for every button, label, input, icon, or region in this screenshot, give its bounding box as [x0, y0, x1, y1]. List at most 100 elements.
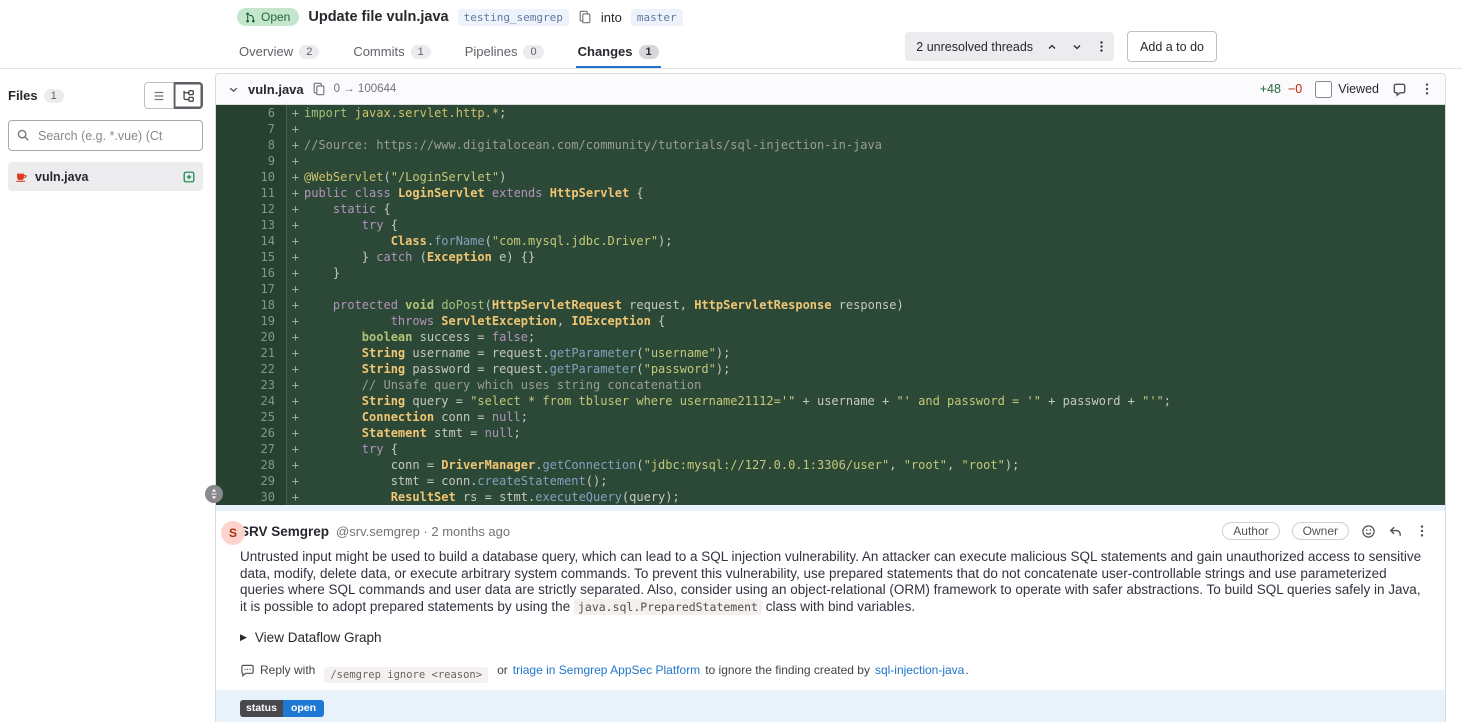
diff-code: 6 + import javax.servlet.http.*; 7 +8 + //Sour…	[216, 105, 1445, 505]
line-number[interactable]: 25	[216, 409, 287, 425]
header-controls: 2 unresolved threads Add a to do	[905, 31, 1217, 68]
reply-hint-period: .	[965, 663, 969, 677]
line-number[interactable]: 28	[216, 457, 287, 473]
tree-view-button[interactable]	[174, 82, 203, 109]
diff-line: 18 + protected void doPost(HttpServletReq…	[216, 297, 1445, 313]
line-number[interactable]: 26	[216, 425, 287, 441]
added-line-marker: +	[291, 410, 300, 424]
triangle-right-icon: ▶	[240, 632, 247, 642]
comment-note: S SRV Semgrep @srv.semgrep · 2 months ag…	[216, 511, 1445, 690]
copy-file-path-icon[interactable]	[312, 82, 326, 96]
diff-line: 23 + // Unsafe query which uses string co…	[216, 377, 1445, 393]
file-search-input[interactable]	[8, 120, 203, 151]
file-options-kebab-menu[interactable]	[1420, 82, 1434, 96]
viewed-toggle[interactable]: Viewed	[1315, 80, 1379, 98]
triage-platform-link[interactable]: triage in Semgrep AppSec Platform	[513, 663, 700, 677]
tab-commits[interactable]: Commits 1	[351, 40, 432, 68]
tab-changes[interactable]: Changes 1	[575, 40, 661, 68]
diff-line: 9 +	[216, 153, 1445, 169]
collapse-file-chevron-icon[interactable]	[227, 83, 240, 96]
added-line-marker: +	[291, 202, 300, 216]
into-label: into	[600, 9, 622, 25]
files-count-badge: 1	[43, 88, 64, 103]
line-number[interactable]: 21	[216, 345, 287, 361]
code-content: static {	[332, 202, 391, 216]
line-number[interactable]: 16	[216, 265, 287, 281]
source-branch-ref[interactable]: testing_semgrep	[457, 8, 569, 26]
line-number[interactable]: 27	[216, 441, 287, 457]
line-number[interactable]: 19	[216, 313, 287, 329]
added-line-marker: +	[291, 458, 300, 472]
tab-pipelines[interactable]: Pipelines 0	[463, 40, 546, 68]
diff-line: 25 + Connection conn = null;	[216, 409, 1445, 425]
code-content: String username = request.getParameter("…	[361, 346, 731, 360]
code-content	[304, 281, 1445, 297]
list-view-button[interactable]	[144, 82, 174, 109]
line-number[interactable]: 9	[216, 153, 287, 169]
note-kebab-menu[interactable]	[1415, 524, 1429, 538]
line-number[interactable]: 15	[216, 249, 287, 265]
line-number[interactable]: 18	[216, 297, 287, 313]
code-content: //Source: https://www.digitalocean.com/c…	[304, 138, 882, 152]
file-name: vuln.java	[35, 169, 89, 184]
code-content: try {	[361, 218, 398, 232]
tab-overview[interactable]: Overview 2	[237, 40, 321, 68]
mr-title-row: Open Update file vuln.java testing_semgr…	[237, 6, 1462, 28]
expand-lines-button[interactable]	[205, 485, 223, 503]
line-number[interactable]: 29	[216, 473, 287, 489]
previous-thread-button[interactable]	[1039, 32, 1064, 61]
view-dataflow-graph-toggle[interactable]: ▶ View Dataflow Graph	[240, 630, 1429, 645]
dataflow-label: View Dataflow Graph	[254, 630, 382, 645]
diff-file-actions: +48 −0 Viewed	[1260, 80, 1434, 98]
diff-line: 13 + try {	[216, 217, 1445, 233]
line-number[interactable]: 14	[216, 233, 287, 249]
file-comment-icon[interactable]	[1392, 82, 1407, 97]
add-reaction-icon[interactable]	[1361, 524, 1376, 539]
line-number[interactable]: 11	[216, 185, 287, 201]
diff-file-name[interactable]: vuln.java	[248, 82, 304, 97]
status-badge-key: status	[240, 700, 283, 717]
unresolved-threads-group: 2 unresolved threads	[905, 32, 1115, 61]
line-number[interactable]: 6	[216, 105, 287, 121]
line-number[interactable]: 17	[216, 281, 287, 297]
next-thread-button[interactable]	[1064, 32, 1089, 61]
unresolved-threads-label: 2 unresolved threads	[916, 39, 1034, 54]
main-content: Files 1 vuln.java	[0, 73, 1462, 722]
reply-icon[interactable]	[1388, 524, 1403, 539]
line-number[interactable]: 30	[216, 489, 287, 505]
code-content: } catch (Exception e) {}	[304, 250, 536, 264]
search-icon	[16, 128, 30, 142]
target-branch-ref[interactable]: master	[630, 8, 683, 26]
line-number[interactable]: 8	[216, 137, 287, 153]
code-content	[304, 121, 1445, 137]
line-number[interactable]: 7	[216, 121, 287, 137]
viewed-checkbox[interactable]	[1315, 80, 1333, 98]
line-number[interactable]: 12	[216, 201, 287, 217]
diff-line: 29 + stmt = conn.createStatement();	[216, 473, 1445, 489]
file-tree-item-vuln-java[interactable]: vuln.java	[8, 162, 203, 191]
line-number[interactable]: 23	[216, 377, 287, 393]
added-line-marker: +	[291, 282, 300, 296]
author-badge: Author	[1222, 522, 1280, 540]
code-content: Statement stmt = null;	[361, 426, 521, 440]
merge-request-header: Open Update file vuln.java testing_semgr…	[0, 0, 1462, 69]
diff-line: 10 + @WebServlet("/LoginServlet")	[216, 169, 1445, 185]
avatar[interactable]: S	[221, 521, 245, 545]
line-number[interactable]: 13	[216, 217, 287, 233]
line-number[interactable]: 22	[216, 361, 287, 377]
rule-link[interactable]: sql-injection-java	[875, 663, 964, 677]
added-line-marker: +	[291, 346, 300, 360]
line-number[interactable]: 24	[216, 393, 287, 409]
added-line-marker: +	[291, 442, 300, 456]
add-todo-button[interactable]: Add a to do	[1127, 31, 1217, 62]
added-line-marker: +	[291, 122, 300, 136]
author-name[interactable]: SRV Semgrep	[240, 524, 329, 539]
line-number[interactable]: 10	[216, 169, 287, 185]
code-content: import javax.servlet.http.*;	[304, 106, 507, 120]
files-header: Files 1	[8, 82, 203, 109]
code-content: String password = request.getParameter("…	[361, 362, 731, 376]
threads-kebab-menu[interactable]	[1089, 32, 1114, 61]
line-number[interactable]: 20	[216, 329, 287, 345]
copy-branch-icon[interactable]	[578, 10, 592, 24]
diff-line: 11 + public class LoginServlet extends Htt…	[216, 185, 1445, 201]
